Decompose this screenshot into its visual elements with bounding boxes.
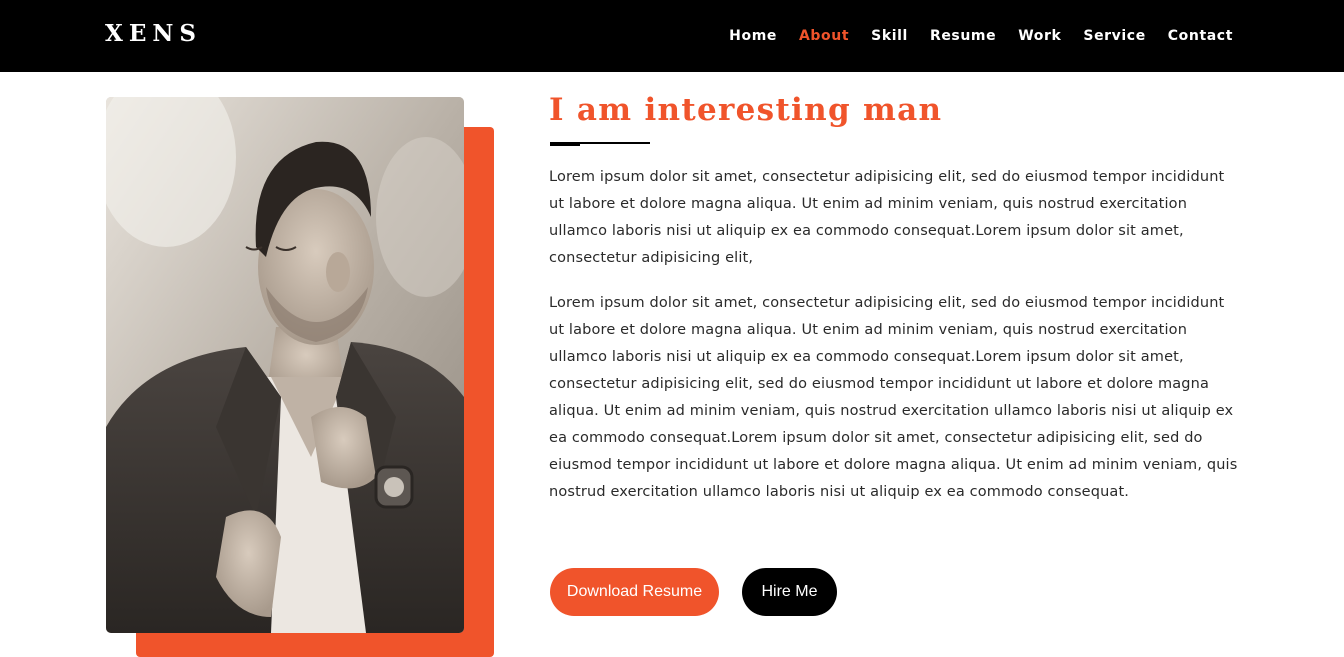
profile-photo-illustration: [106, 97, 464, 633]
site-logo[interactable]: XENS: [105, 20, 202, 48]
nav-item-home: Home: [729, 25, 777, 45]
about-heading: I am interesting man: [549, 92, 943, 128]
nav-link-home[interactable]: Home: [729, 28, 777, 44]
nav-item-about: About: [799, 25, 849, 45]
nav-link-work[interactable]: Work: [1018, 28, 1061, 44]
nav-link-about[interactable]: About: [799, 28, 849, 44]
profile-photo: [106, 97, 464, 633]
nav-item-skill: Skill: [871, 25, 908, 45]
nav-item-work: Work: [1018, 25, 1061, 45]
site-header: XENS Home About Skill Resume Work Servic…: [0, 0, 1344, 72]
nav-item-service: Service: [1083, 25, 1145, 45]
nav-item-resume: Resume: [930, 25, 996, 45]
about-paragraph-2: Lorem ipsum dolor sit amet, consectetur …: [549, 295, 1238, 500]
main-nav: Home About Skill Resume Work Service Con…: [729, 25, 1233, 45]
download-resume-button[interactable]: Download Resume: [550, 568, 719, 616]
nav-item-contact: Contact: [1168, 25, 1233, 45]
nav-link-skill[interactable]: Skill: [871, 28, 908, 44]
nav-link-contact[interactable]: Contact: [1168, 28, 1233, 44]
nav-link-service[interactable]: Service: [1083, 28, 1145, 44]
hire-me-button[interactable]: Hire Me: [742, 568, 837, 616]
heading-underline-accent: [550, 142, 580, 146]
about-paragraph-1: Lorem ipsum dolor sit amet, consectetur …: [549, 169, 1225, 266]
nav-link-resume[interactable]: Resume: [930, 28, 996, 44]
